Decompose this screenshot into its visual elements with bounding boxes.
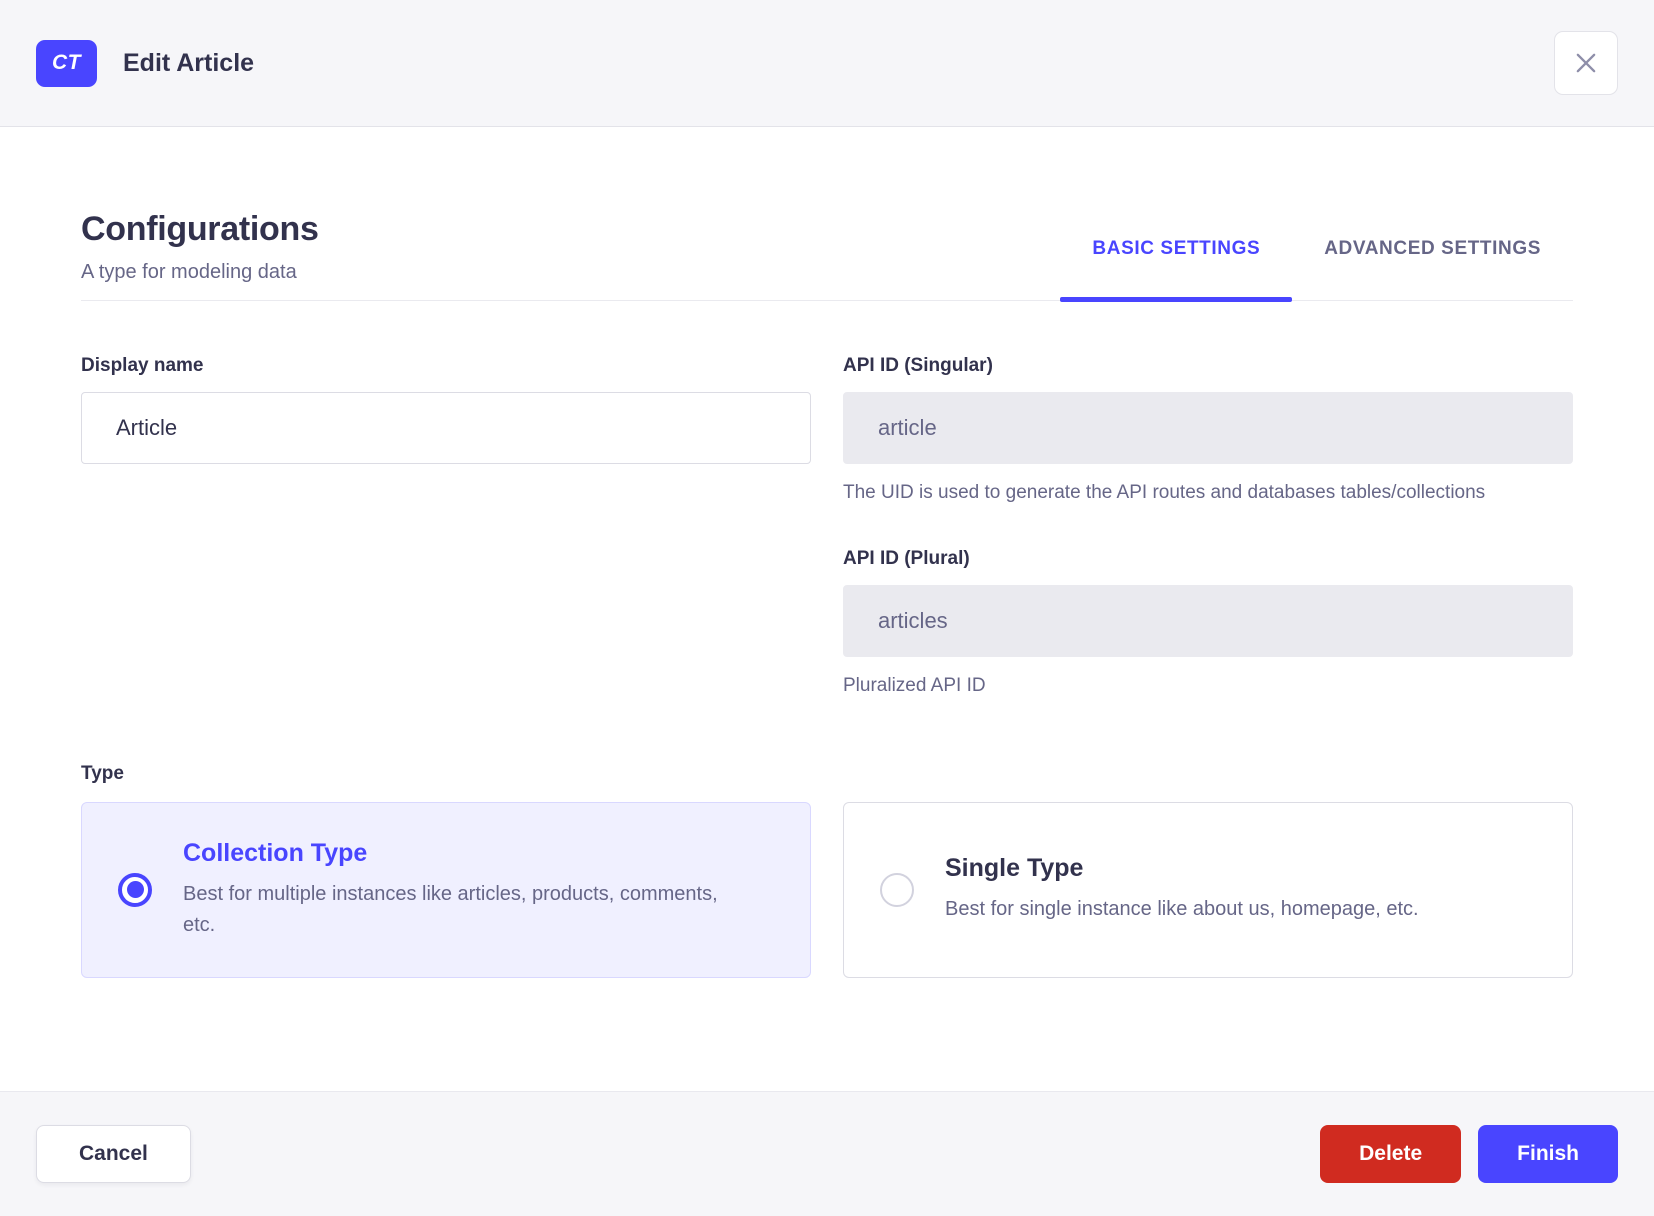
type-options: Collection Type Best for multiple instan… [81,801,1573,978]
type-label: Type [81,762,124,784]
modal-header: CT Edit Article [0,0,1654,127]
api-id-plural-label: API ID (Plural) [843,548,970,570]
close-icon [1572,49,1600,77]
collection-type-radio[interactable] [118,872,152,907]
api-id-singular-label: API ID (Singular) [843,355,993,376]
single-type-content: Single Type Best for single instance lik… [945,854,1419,925]
settings-tabs: BASIC SETTINGS ADVANCED SETTINGS [1060,228,1573,302]
config-heading: Configurations A type for modeling data [81,210,319,300]
modal-body: Configurations A type for modeling data … [0,127,1654,1091]
collection-type-title: Collection Type [183,838,368,867]
api-id-singular-input [843,392,1573,464]
display-name-field: Display name [81,355,811,701]
content-type-badge-label: CT [52,51,81,74]
single-type-title: Single Type [945,854,1084,883]
close-button[interactable] [1554,31,1618,95]
single-type-radio[interactable] [880,872,914,907]
modal-title: Edit Article [123,48,255,77]
delete-button[interactable]: Delete [1320,1125,1462,1183]
config-form: Display name API ID (Singular) The UID i… [81,355,1573,701]
page-title: Configurations [81,210,319,248]
tab-basic-settings[interactable]: BASIC SETTINGS [1060,228,1293,302]
display-name-label: Display name [81,355,204,376]
collection-type-description: Best for multiple instances like article… [183,882,718,936]
collection-type-content: Collection Type Best for multiple instan… [183,839,743,941]
api-id-singular-field: API ID (Singular) The UID is used to gen… [843,355,1573,507]
finish-button[interactable]: Finish [1478,1125,1618,1183]
cancel-button[interactable]: Cancel [36,1125,191,1183]
config-header: Configurations A type for modeling data … [81,210,1573,302]
radio-dot-icon [126,881,144,899]
content-type-badge: CT [36,39,97,87]
api-id-singular-hint: The UID is used to generate the API rout… [843,482,1486,503]
collection-type-card[interactable]: Collection Type Best for multiple instan… [81,801,811,978]
single-type-description: Best for single instance like about us, … [945,898,1419,921]
footer-actions: Delete Finish [1320,1125,1618,1183]
api-id-plural-input [843,585,1573,658]
modal-footer: Cancel Delete Finish [0,1091,1654,1216]
display-name-input[interactable] [81,392,811,464]
api-id-plural-hint: Pluralized API ID [843,675,986,697]
single-type-card[interactable]: Single Type Best for single instance lik… [843,801,1573,978]
api-id-column: API ID (Singular) The UID is used to gen… [843,355,1573,701]
page-subtitle: A type for modeling data [81,261,297,283]
tab-advanced-settings[interactable]: ADVANCED SETTINGS [1292,228,1573,300]
api-id-plural-field: API ID (Plural) Pluralized API ID [843,548,1573,700]
